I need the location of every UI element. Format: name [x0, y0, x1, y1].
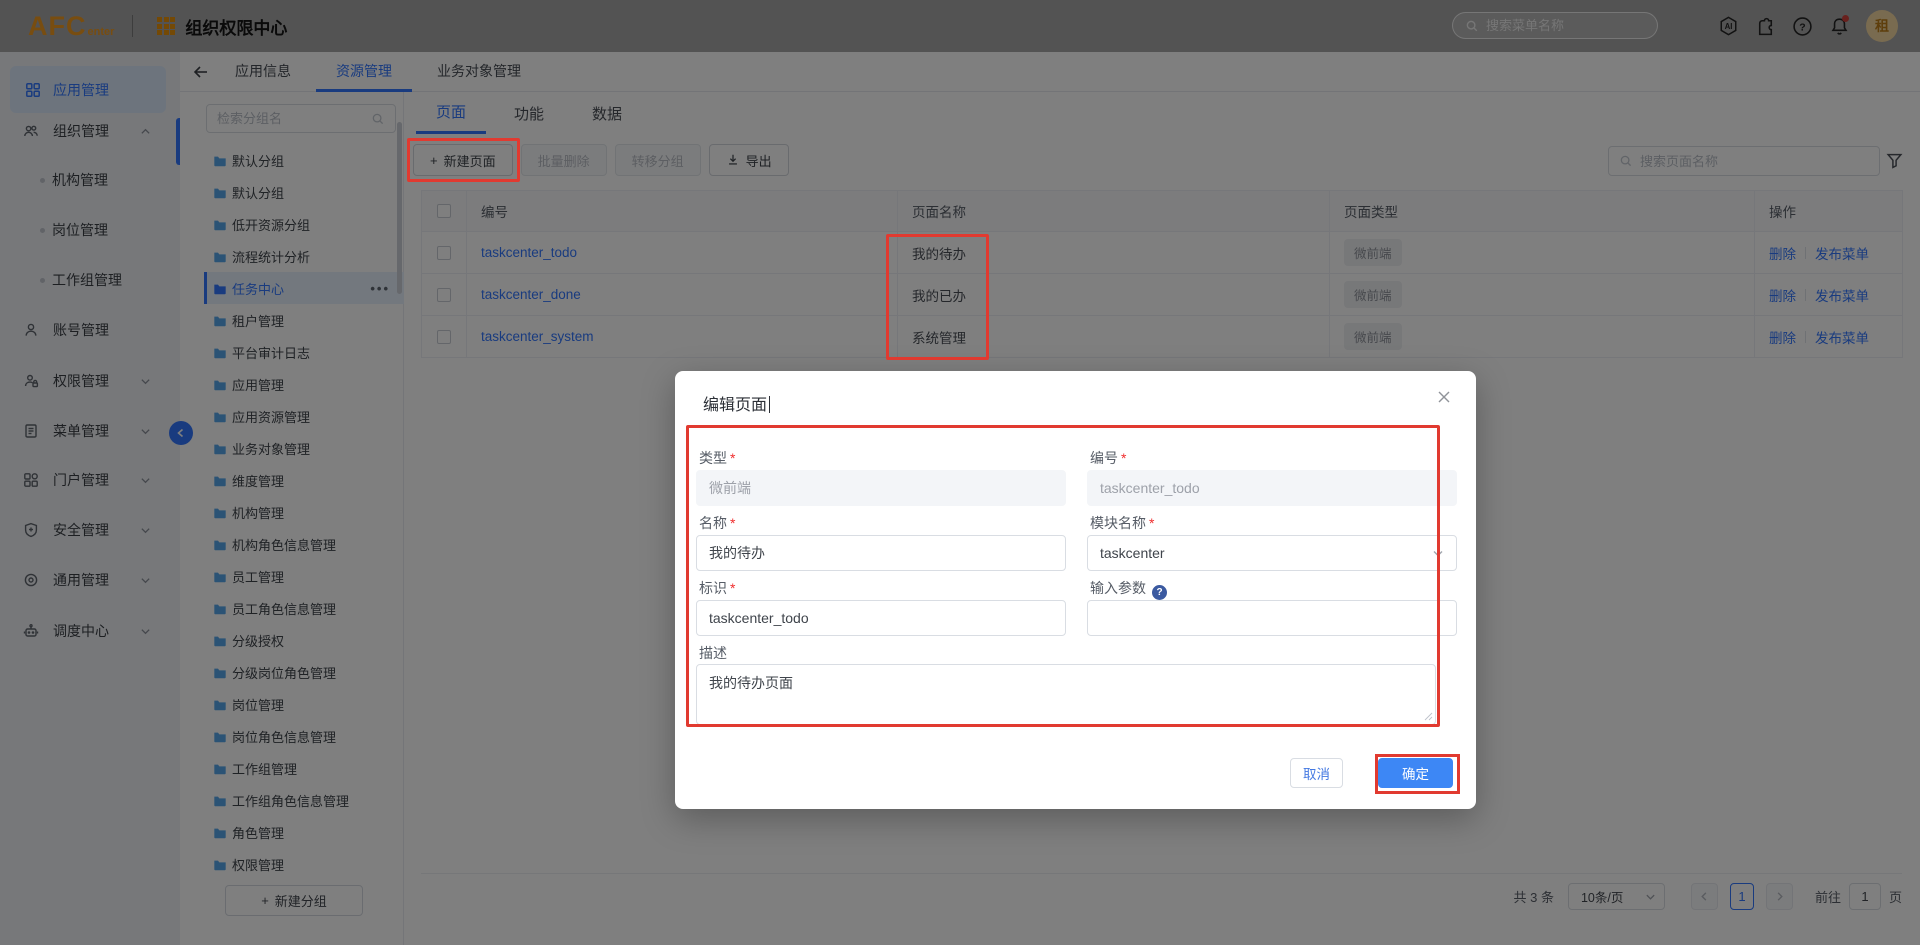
field-label-name: 名称 *: [699, 515, 736, 531]
required-star: *: [1121, 450, 1127, 466]
field-label-desc: 描述: [699, 645, 727, 661]
confirm-button[interactable]: 确定: [1378, 758, 1453, 788]
name-field[interactable]: [696, 535, 1066, 571]
ident-field[interactable]: [696, 600, 1066, 636]
params-field[interactable]: [1087, 600, 1457, 636]
field-label-code: 编号 *: [1090, 450, 1127, 466]
text-caret: [769, 396, 771, 413]
app-root: AFC enter 组织权限中心 AI ? 租: [0, 0, 1920, 945]
required-star: *: [730, 450, 736, 466]
help-circle-icon[interactable]: ?: [1152, 585, 1167, 600]
module-select-value: taskcenter: [1100, 545, 1165, 561]
field-label-params: 输入参数?: [1090, 578, 1167, 600]
required-star: *: [1149, 515, 1155, 531]
type-field[interactable]: [696, 470, 1066, 506]
module-select[interactable]: taskcenter: [1087, 535, 1457, 571]
required-star: *: [730, 580, 736, 596]
field-label-module: 模块名称 *: [1090, 515, 1155, 531]
field-label-type: 类型 *: [699, 450, 736, 466]
code-field[interactable]: [1087, 470, 1457, 506]
chevron-down-icon: [1432, 547, 1444, 559]
modal-title: 编辑页面: [703, 391, 771, 415]
close-icon[interactable]: [1436, 389, 1452, 405]
required-star: *: [730, 515, 736, 531]
field-label-ident: 标识 *: [699, 580, 736, 596]
cancel-button[interactable]: 取消: [1290, 758, 1343, 788]
edit-page-modal: 编辑页面 类型* 编号* 名称* 模块名称* taskcenter 标识* 输入…: [675, 371, 1476, 809]
desc-field[interactable]: 我的待办页面: [696, 664, 1436, 725]
